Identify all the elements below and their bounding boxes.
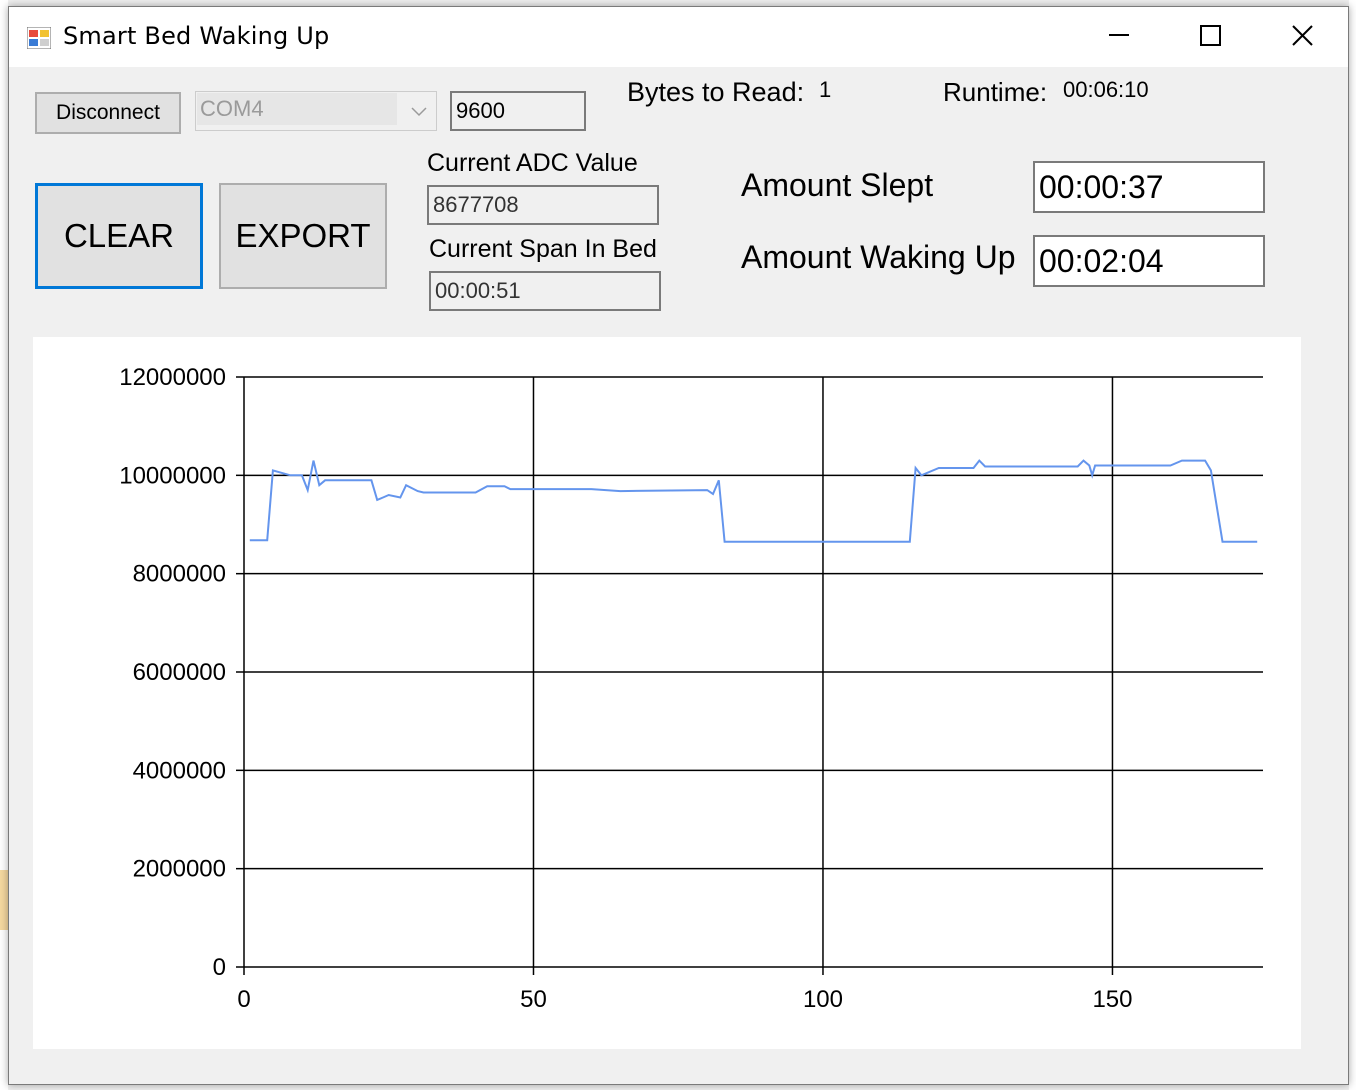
export-button-label: EXPORT: [235, 217, 371, 254]
minimize-button[interactable]: [1073, 7, 1165, 67]
close-icon: [1292, 25, 1313, 46]
y-tick-label: 4000000: [133, 757, 226, 784]
baud-rate-value: 9600: [456, 98, 505, 123]
y-tick-label: 6000000: [133, 659, 226, 686]
bytes-to-read-label: Bytes to Read:: [627, 77, 805, 107]
amount-waking-label: Amount Waking Up: [741, 239, 1016, 275]
app-icon: [27, 27, 51, 49]
close-button[interactable]: [1257, 7, 1349, 67]
baud-rate-input[interactable]: 9600: [450, 91, 586, 131]
x-tick-label: 50: [520, 986, 547, 1013]
runtime-value: 00:06:10: [1063, 77, 1149, 102]
span-in-bed-text: 00:00:51: [435, 278, 521, 303]
app-window: Smart Bed Waking Up Disconnect COM4 9600…: [8, 6, 1349, 1085]
span-in-bed-field: 00:00:51: [429, 271, 661, 311]
disconnect-button-label: Disconnect: [56, 101, 160, 124]
adc-chart: 0 2000000 4000000 6000000 8000000 10000000 120…: [33, 337, 1301, 1049]
runtime-label: Runtime:: [943, 77, 1048, 107]
adc-value-label: Current ADC Value: [427, 149, 638, 177]
span-in-bed-label: Current Span In Bed: [429, 235, 657, 263]
disconnect-button[interactable]: Disconnect: [35, 92, 181, 134]
amount-waking-value: 00:02:04: [1039, 242, 1164, 279]
title-bar: Smart Bed Waking Up: [9, 7, 1348, 67]
y-tick-label: 8000000: [133, 561, 226, 588]
export-button[interactable]: EXPORT: [219, 183, 387, 289]
y-tick-label: 12000000: [119, 364, 226, 391]
adc-value-field: 8677708: [427, 185, 659, 225]
y-tick-label: 10000000: [119, 462, 226, 489]
amount-slept-field: 00:00:37: [1033, 161, 1265, 213]
maximize-button[interactable]: [1165, 7, 1257, 67]
background-desktop-strip: [0, 870, 8, 930]
bytes-to-read-value: 1: [819, 77, 832, 102]
port-select[interactable]: COM4: [195, 91, 437, 131]
amount-slept-value: 00:00:37: [1039, 168, 1164, 205]
clear-button[interactable]: CLEAR: [35, 183, 203, 289]
window-title: Smart Bed Waking Up: [63, 22, 330, 50]
background-desktop-right: [1349, 0, 1356, 1090]
adc-series-line: [249, 459, 1258, 543]
minimize-icon: [1109, 34, 1129, 36]
y-tick-label: 2000000: [133, 856, 226, 883]
port-select-value: COM4: [200, 96, 264, 121]
clear-button-label: CLEAR: [63, 217, 175, 254]
x-tick-label: 100: [803, 986, 843, 1013]
x-tick-label: 0: [237, 986, 250, 1013]
x-tick-label: 150: [1092, 986, 1132, 1013]
adc-chart-svg: 0 2000000 4000000 6000000 8000000 10000000 120…: [119, 364, 1263, 1013]
maximize-icon: [1200, 25, 1221, 46]
y-tick-label: 0: [213, 954, 226, 981]
amount-waking-field: 00:02:04: [1033, 235, 1265, 287]
adc-value-text: 8677708: [433, 192, 519, 217]
amount-slept-label: Amount Slept: [741, 167, 934, 203]
chevron-down-icon: [411, 107, 427, 117]
